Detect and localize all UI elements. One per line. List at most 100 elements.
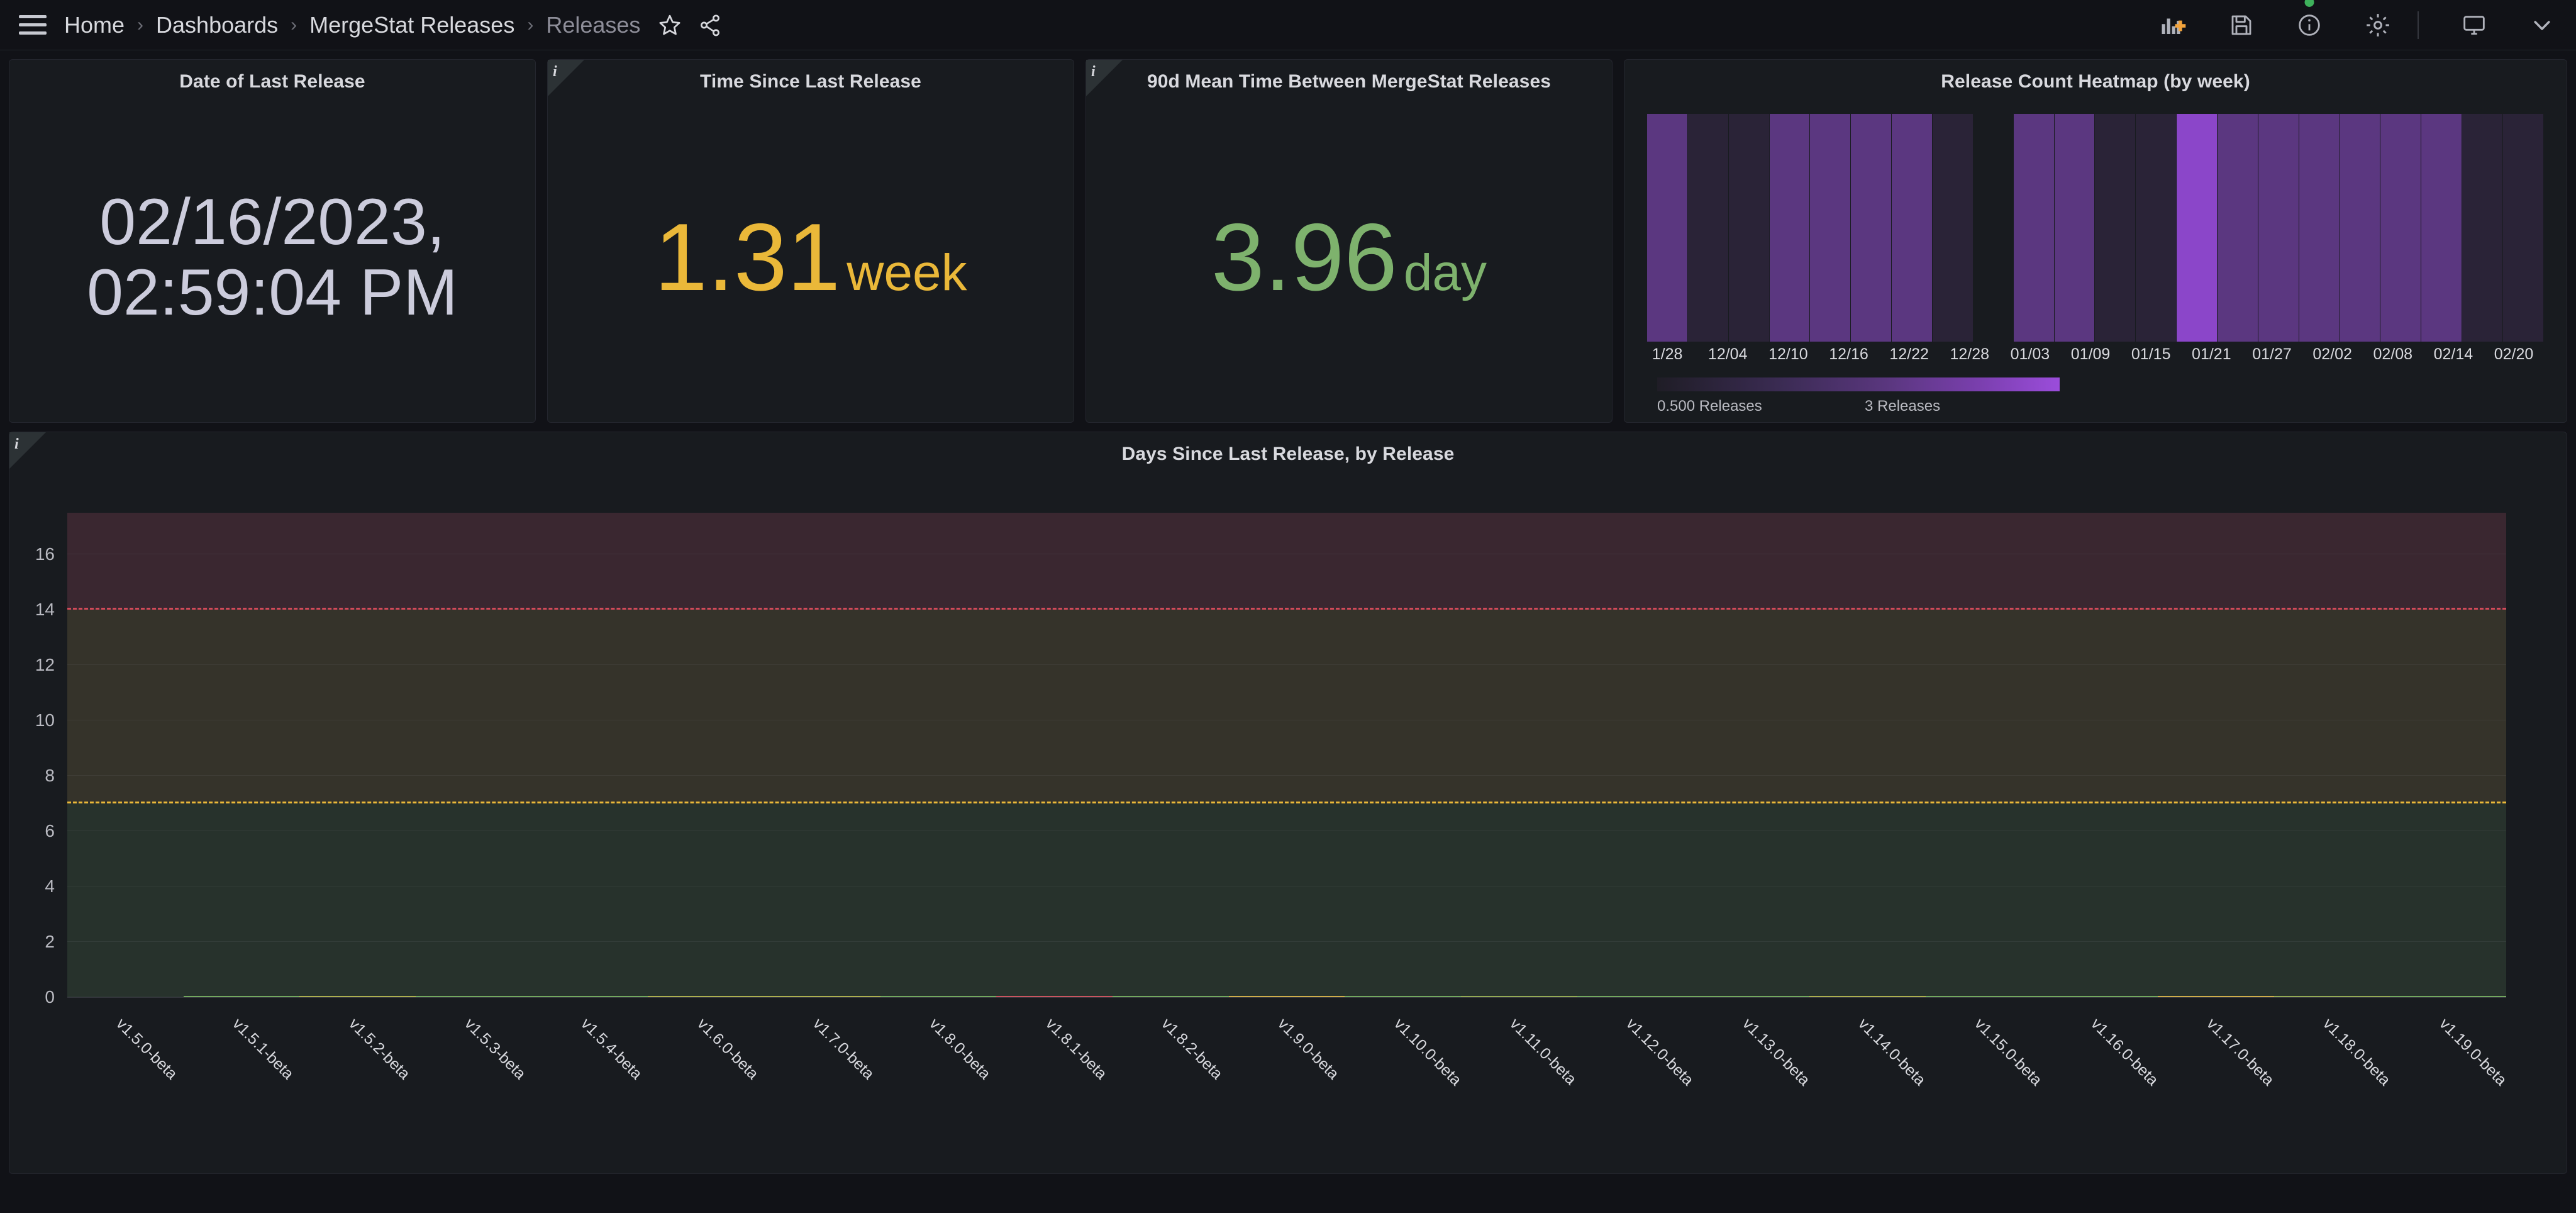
unsaved-changes-dot: [2305, 0, 2314, 7]
add-panel-icon[interactable]: [2160, 12, 2186, 38]
breadcrumb-item-dashboards[interactable]: Dashboards: [155, 12, 279, 38]
panel-title: Days Since Last Release, by Release: [9, 432, 2567, 465]
breadcrumb-separator: ›: [527, 14, 533, 36]
heatmap-cell[interactable]: [2299, 114, 2340, 342]
x-axis-slot: v1.17.0-beta: [2158, 1006, 2274, 1138]
heatmap-legend-min-label: 0.500 Releases: [1657, 398, 1865, 415]
heatmap-cell[interactable]: [1892, 114, 1933, 342]
breadcrumb-item-releases: Releases: [545, 12, 641, 38]
x-axis-tick-label: v1.8.0-beta: [926, 1015, 994, 1083]
panel-description-info-icon[interactable]: i: [1086, 60, 1123, 96]
heatmap-x-tick: 02/14: [2423, 345, 2484, 364]
share-nodes-icon[interactable]: [698, 13, 722, 37]
panel-description-info-icon[interactable]: i: [548, 60, 584, 96]
heatmap-cell[interactable]: [2340, 114, 2381, 342]
x-axis-slot: v1.8.0-beta: [880, 1006, 997, 1138]
heatmap-color-gradient: [1657, 377, 2060, 391]
dashboard-canvas: Date of Last Release 02/16/2023, 02:59:0…: [0, 50, 2576, 1174]
dashboard-settings-icon[interactable]: [2365, 12, 2391, 38]
hamburger-menu-icon[interactable]: [19, 11, 47, 39]
heatmap-x-tick: 02/08: [2363, 345, 2423, 364]
panel-days-since-last-release[interactable]: i Days Since Last Release, by Release 0 2…: [9, 432, 2567, 1174]
panel-title: 90d Mean Time Between MergeStat Releases: [1086, 60, 1612, 92]
panel-mean-time-between-releases[interactable]: i 90d Mean Time Between MergeStat Releas…: [1085, 59, 1613, 423]
heatmap-cell[interactable]: [2258, 114, 2299, 342]
x-axis-tick-label: v1.9.0-beta: [1274, 1015, 1343, 1083]
x-axis-tick-label: v1.15.0-beta: [1971, 1015, 2046, 1090]
y-axis-tick: 10: [35, 710, 55, 730]
panel-title: Time Since Last Release: [548, 60, 1074, 92]
x-axis-slot: v1.5.4-beta: [532, 1006, 648, 1138]
x-axis-slot: v1.5.2-beta: [299, 1006, 416, 1138]
breadcrumb-item-home[interactable]: Home: [63, 12, 126, 38]
heatmap-cell[interactable]: [1647, 114, 1688, 342]
heatmap-x-tick: 12/04: [1697, 345, 1758, 364]
stat-value: 1.31: [654, 210, 840, 305]
y-axis-tick: 14: [35, 600, 55, 620]
stat-value: 02/16/2023, 02:59:04 PM: [87, 187, 458, 328]
heatmap-cell[interactable]: [2095, 114, 2136, 342]
x-axis-slot: v1.5.1-beta: [184, 1006, 300, 1138]
panel-time-since-last-release[interactable]: i Time Since Last Release 1.31 week: [547, 59, 1074, 423]
heatmap-cell[interactable]: [2421, 114, 2462, 342]
y-axis-tick: 16: [35, 544, 55, 564]
heatmap-cell[interactable]: [2136, 114, 2177, 342]
kiosk-mode-icon[interactable]: [2462, 13, 2487, 38]
stat-unit: week: [847, 247, 967, 299]
panel-date-of-last-release[interactable]: Date of Last Release 02/16/2023, 02:59:0…: [9, 59, 536, 423]
heatmap-cell[interactable]: [1729, 114, 1770, 342]
heatmap-cell[interactable]: [2462, 114, 2503, 342]
x-axis-slot: v1.8.2-beta: [1113, 1006, 1229, 1138]
heatmap-cell[interactable]: [1810, 114, 1851, 342]
x-axis-slot: v1.7.0-beta: [764, 1006, 880, 1138]
x-axis-tick-label: v1.17.0-beta: [2203, 1015, 2278, 1090]
heatmap-cell[interactable]: [1770, 114, 1811, 342]
heatmap-cell[interactable]: [1851, 114, 1892, 342]
x-axis-tick-label: v1.19.0-beta: [2435, 1015, 2510, 1090]
heatmap-plot[interactable]: [1647, 114, 2544, 342]
heatmap-cell[interactable]: [1688, 114, 1729, 342]
breadcrumb-separator: ›: [137, 14, 143, 36]
x-axis-slot: v1.8.1-beta: [996, 1006, 1113, 1138]
y-axis-tick: 2: [45, 932, 55, 952]
x-axis-tick-label: v1.5.1-beta: [228, 1015, 297, 1083]
x-axis-tick-label: v1.5.0-beta: [113, 1015, 181, 1083]
chevron-down-icon[interactable]: [2529, 13, 2555, 38]
x-axis-slot: v1.12.0-beta: [1577, 1006, 1694, 1138]
x-axis-tick-label: v1.7.0-beta: [809, 1015, 878, 1083]
heatmap-x-tick: 1/28: [1637, 345, 1697, 364]
star-outline-icon[interactable]: [658, 13, 682, 37]
heatmap-x-tick: 02/20: [2484, 345, 2544, 364]
heatmap-cell[interactable]: [2055, 114, 2096, 342]
dashboard-info-icon[interactable]: [2297, 13, 2322, 38]
heatmap-x-tick: 12/28: [1940, 345, 2000, 364]
x-axis-tick-label: v1.13.0-beta: [1738, 1015, 1813, 1090]
heatmap-cell[interactable]: [1933, 114, 1974, 342]
heatmap-x-axis: 1/2812/0412/1012/1612/2212/2801/0301/090…: [1637, 345, 2544, 364]
x-axis-tick-label: v1.8.1-beta: [1041, 1015, 1110, 1083]
x-axis-slot: v1.18.0-beta: [2274, 1006, 2390, 1138]
x-axis-slot: v1.10.0-beta: [1345, 1006, 1461, 1138]
save-dashboard-icon[interactable]: [2229, 13, 2254, 38]
heatmap-x-tick: 01/27: [2241, 345, 2302, 364]
heatmap-cell[interactable]: [2177, 114, 2218, 342]
panel-description-info-icon[interactable]: i: [9, 432, 46, 469]
x-axis-slot: v1.9.0-beta: [1229, 1006, 1345, 1138]
stat-unit: day: [1404, 247, 1487, 299]
panel-release-count-heatmap[interactable]: Release Count Heatmap (by week) 1/2812/0…: [1624, 59, 2567, 423]
heatmap-cell[interactable]: [2218, 114, 2258, 342]
heatmap-x-tick: 01/15: [2121, 345, 2181, 364]
y-axis-tick: 0: [45, 987, 55, 1007]
heatmap-cell[interactable]: [2503, 114, 2544, 342]
breadcrumb: Home › Dashboards › MergeStat Releases ›…: [63, 12, 641, 38]
x-axis-slot: v1.6.0-beta: [648, 1006, 764, 1138]
bar-chart-bars: [67, 513, 2506, 997]
heatmap-cell[interactable]: [2014, 114, 2055, 342]
heatmap-cell[interactable]: [2380, 114, 2421, 342]
heatmap-empty-slot: [1974, 114, 2014, 342]
panel-content: 02/16/2023, 02:59:04 PM: [9, 92, 535, 422]
x-axis-tick-label: v1.6.0-beta: [693, 1015, 762, 1083]
breadcrumb-item-mergestat-releases[interactable]: MergeStat Releases: [308, 12, 516, 38]
y-axis-tick: 6: [45, 821, 55, 841]
heatmap-legend-max-label: 3 Releases: [1865, 398, 1940, 415]
